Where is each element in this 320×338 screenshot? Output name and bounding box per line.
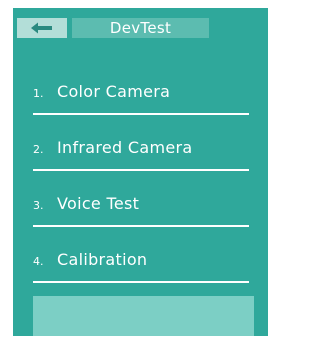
divider xyxy=(33,169,249,171)
menu-item-label: Calibration xyxy=(57,250,148,269)
menu-item-voice-test[interactable]: 3. Voice Test xyxy=(33,182,253,228)
device-screen: DevTest 1. Color Camera 2. Infrared Came… xyxy=(0,0,271,338)
page-title: DevTest xyxy=(72,18,209,38)
divider xyxy=(33,113,249,115)
menu-item-label: Infrared Camera xyxy=(57,138,193,157)
menu-item-number: 4. xyxy=(33,255,44,268)
menu-item-number: 1. xyxy=(33,87,44,100)
header-bar: DevTest xyxy=(13,14,213,41)
divider xyxy=(33,281,249,283)
bottom-panel xyxy=(33,296,254,336)
back-arrow-icon xyxy=(29,21,55,35)
menu-item-calibration[interactable]: 4. Calibration xyxy=(33,238,253,284)
menu-item-label: Voice Test xyxy=(57,194,140,213)
menu-item-number: 2. xyxy=(33,143,44,156)
divider xyxy=(33,225,249,227)
menu-item-infrared-camera[interactable]: 2. Infrared Camera xyxy=(33,126,253,172)
menu-item-label: Color Camera xyxy=(57,82,171,101)
back-button[interactable] xyxy=(17,18,67,38)
app-panel xyxy=(13,8,268,336)
menu-item-number: 3. xyxy=(33,199,44,212)
menu-item-color-camera[interactable]: 1. Color Camera xyxy=(33,70,253,116)
